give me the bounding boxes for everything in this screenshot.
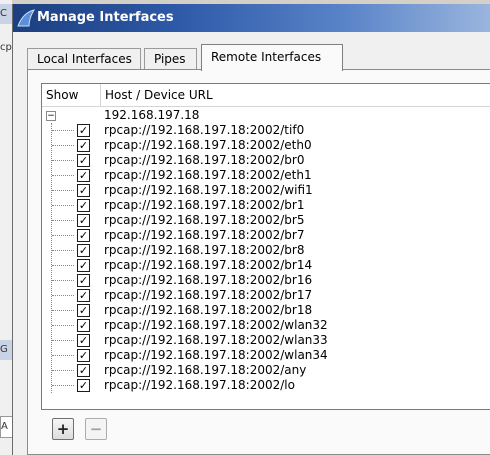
interface-url: rpcap://192.168.197.18:2002/br0: [104, 153, 305, 167]
tree-rows: − 192.168.197.18 ✓ rpcap://192.168.197.18…: [42, 108, 490, 393]
interface-url: rpcap://192.168.197.18:2002/br5: [104, 213, 305, 227]
tree-connector-line: [52, 340, 74, 341]
show-checkbox[interactable]: ✓: [77, 274, 90, 287]
title-bar[interactable]: Manage Interfaces: [13, 4, 490, 32]
interface-url: rpcap://192.168.197.18:2002/wlan33: [104, 333, 328, 347]
tree-connector-line: [52, 235, 74, 236]
show-checkbox[interactable]: ✓: [77, 214, 90, 227]
background-fragment: cp: [0, 38, 12, 58]
show-checkbox[interactable]: ✓: [77, 379, 90, 392]
host-row[interactable]: − 192.168.197.18: [42, 108, 490, 123]
show-checkbox[interactable]: ✓: [77, 184, 90, 197]
interface-url: rpcap://192.168.197.18:2002/br1: [104, 198, 305, 212]
tree-connector-line: [52, 280, 74, 281]
show-checkbox[interactable]: ✓: [77, 319, 90, 332]
add-button[interactable]: +: [52, 418, 74, 440]
interface-row[interactable]: ✓ rpcap://192.168.197.18:2002/eth1: [42, 168, 490, 183]
show-checkbox[interactable]: ✓: [77, 139, 90, 152]
interface-row[interactable]: ✓ rpcap://192.168.197.18:2002/wifi1: [42, 183, 490, 198]
interfaces-tree[interactable]: Show Host / Device URL − 192.168.197.18 …: [41, 83, 490, 410]
show-checkbox[interactable]: ✓: [77, 169, 90, 182]
interface-url: rpcap://192.168.197.18:2002/wlan32: [104, 318, 328, 332]
wireshark-fin-icon: [17, 9, 35, 27]
interface-row[interactable]: ✓ rpcap://192.168.197.18:2002/br18: [42, 303, 490, 318]
tree-connector-line: [52, 265, 74, 266]
tab-local-interfaces[interactable]: Local Interfaces: [27, 48, 141, 70]
interface-row[interactable]: ✓ rpcap://192.168.197.18:2002/br14: [42, 258, 490, 273]
show-checkbox[interactable]: ✓: [77, 304, 90, 317]
host-name: 192.168.197.18: [104, 108, 200, 122]
show-checkbox[interactable]: ✓: [77, 244, 90, 257]
show-checkbox[interactable]: ✓: [77, 349, 90, 362]
interface-url: rpcap://192.168.197.18:2002/br7: [104, 228, 305, 242]
collapse-icon[interactable]: −: [46, 111, 56, 121]
tree-connector-line: [52, 385, 74, 386]
interface-url: rpcap://192.168.197.18:2002/br14: [104, 258, 313, 272]
tree-connector-line: [52, 205, 74, 206]
tree-connector-line: [52, 295, 74, 296]
tree-connector-line: [52, 250, 74, 251]
interface-row[interactable]: ✓ rpcap://192.168.197.18:2002/eth0: [42, 138, 490, 153]
interface-row[interactable]: ✓ rpcap://192.168.197.18:2002/wlan33: [42, 333, 490, 348]
show-checkbox[interactable]: ✓: [77, 364, 90, 377]
column-header-show[interactable]: Show: [42, 84, 101, 107]
show-checkbox[interactable]: ✓: [77, 334, 90, 347]
interface-url: rpcap://192.168.197.18:2002/br18: [104, 303, 313, 317]
interface-url: rpcap://192.168.197.18:2002/br8: [104, 243, 305, 257]
tree-connector-line: [52, 325, 74, 326]
tree-connector-line: [52, 355, 74, 356]
interface-row[interactable]: ✓ rpcap://192.168.197.18:2002/tif0: [42, 123, 490, 138]
tree-connector-line: [52, 160, 74, 161]
tree-connector-line: [52, 370, 74, 371]
tab-remote-interfaces[interactable]: Remote Interfaces: [201, 44, 343, 71]
interface-url: rpcap://192.168.197.18:2002/lo: [104, 378, 295, 392]
interface-row[interactable]: ✓ rpcap://192.168.197.18:2002/lo: [42, 378, 490, 393]
show-checkbox[interactable]: ✓: [77, 259, 90, 272]
interface-row[interactable]: ✓ rpcap://192.168.197.18:2002/wlan34: [42, 348, 490, 363]
interface-row[interactable]: ✓ rpcap://192.168.197.18:2002/br1: [42, 198, 490, 213]
column-header-host[interactable]: Host / Device URL: [101, 84, 490, 107]
interface-row[interactable]: ✓ rpcap://192.168.197.18:2002/br8: [42, 243, 490, 258]
interface-url: rpcap://192.168.197.18:2002/wifi1: [104, 183, 313, 197]
remove-button[interactable]: −: [85, 418, 107, 440]
interface-row[interactable]: ✓ rpcap://192.168.197.18:2002/br5: [42, 213, 490, 228]
interface-row[interactable]: ✓ rpcap://192.168.197.18:2002/wlan32: [42, 318, 490, 333]
tree-connector-line: [52, 190, 74, 191]
interface-url: rpcap://192.168.197.18:2002/eth1: [104, 168, 312, 182]
manage-interfaces-dialog: Manage Interfaces Local Interfaces Pipes…: [12, 4, 490, 455]
tree-connector-line: [52, 130, 74, 131]
show-checkbox[interactable]: ✓: [77, 289, 90, 302]
interface-url: rpcap://192.168.197.18:2002/eth0: [104, 138, 312, 152]
tree-connector-line: [52, 175, 74, 176]
interface-url: rpcap://192.168.197.18:2002/br17: [104, 288, 313, 302]
interface-row[interactable]: ✓ rpcap://192.168.197.18:2002/br16: [42, 273, 490, 288]
tab-pipes[interactable]: Pipes: [144, 48, 197, 70]
remote-interfaces-panel: Show Host / Device URL − 192.168.197.18 …: [27, 69, 490, 455]
tree-connector-line: [52, 145, 74, 146]
show-checkbox[interactable]: ✓: [77, 154, 90, 167]
tree-connector-line: [52, 310, 74, 311]
interface-url: rpcap://192.168.197.18:2002/tif0: [104, 123, 305, 137]
interface-row[interactable]: ✓ rpcap://192.168.197.18:2002/br7: [42, 228, 490, 243]
interface-url: rpcap://192.168.197.18:2002/wlan34: [104, 348, 328, 362]
show-checkbox[interactable]: ✓: [77, 229, 90, 242]
dialog-title: Manage Interfaces: [37, 10, 174, 25]
interface-row[interactable]: ✓ rpcap://192.168.197.18:2002/br0: [42, 153, 490, 168]
show-checkbox[interactable]: ✓: [77, 124, 90, 137]
tree-connector-line: [52, 220, 74, 221]
show-checkbox[interactable]: ✓: [77, 199, 90, 212]
interface-row[interactable]: ✓ rpcap://192.168.197.18:2002/br17: [42, 288, 490, 303]
background-window: [0, 0, 12, 455]
interface-url: rpcap://192.168.197.18:2002/any: [104, 363, 307, 377]
interface-row[interactable]: ✓ rpcap://192.168.197.18:2002/any: [42, 363, 490, 378]
interface-url: rpcap://192.168.197.18:2002/br16: [104, 273, 313, 287]
